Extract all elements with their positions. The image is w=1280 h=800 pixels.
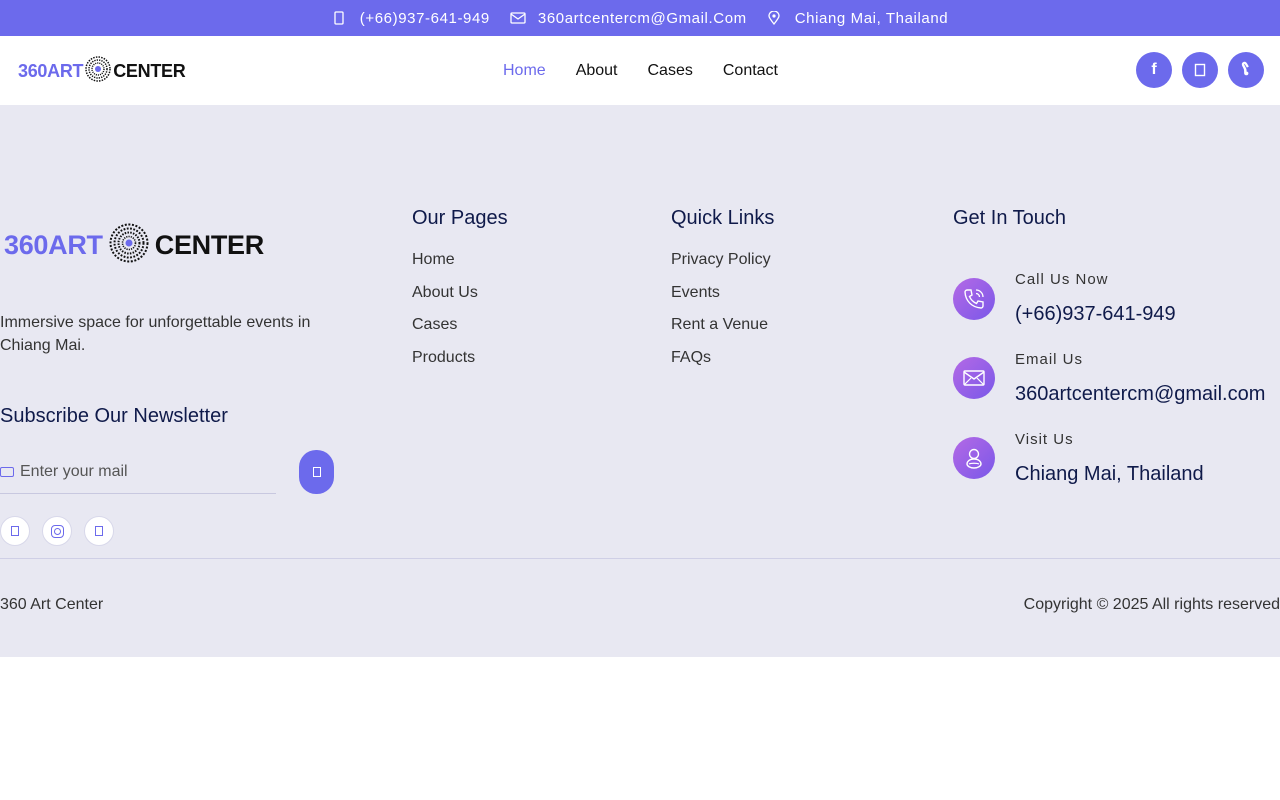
quick-links-heading: Quick Links — [671, 207, 775, 229]
newsletter-title: Subscribe Our Newsletter — [0, 405, 228, 427]
main-nav: Home About Cases Contact — [488, 36, 793, 105]
footer-link-cases[interactable]: Cases — [412, 315, 508, 335]
topbar-email[interactable]: 360artcentercm@Gmail.Com — [510, 10, 747, 27]
newsletter-email-input[interactable] — [20, 462, 260, 481]
contact-visit-value: Chiang Mai, Thailand — [1015, 463, 1204, 485]
our-pages-links: Home About Us Cases Products — [412, 250, 508, 368]
contact-visit-label: Visit Us — [1015, 431, 1074, 448]
footer-get-in-touch: Get In Touch Call Us Now (+66)937-641-94… — [953, 207, 1280, 489]
footer-link-home[interactable]: Home — [412, 250, 508, 270]
footer-our-pages: Our Pages Home About Us Cases Products — [412, 207, 508, 380]
logo-text-center: CENTER — [154, 229, 265, 260]
line-glyph: ໂ — [1242, 61, 1250, 78]
topbar-location-text: Chiang Mai, Thailand — [794, 9, 949, 27]
instagram-icon[interactable] — [42, 516, 72, 546]
phone-icon — [332, 11, 346, 25]
logo-mandala-icon — [85, 55, 111, 87]
footer-link-events[interactable]: Events — [671, 283, 774, 303]
footer-logo[interactable]: 360ART CENTER — [4, 223, 340, 268]
footer-copyright: Copyright © 2025 All rights reserved — [1023, 596, 1280, 613]
site-footer: 360ART CENTER Immersive space for unforg… — [0, 105, 1280, 657]
logo-text-360art: 360ART — [18, 60, 84, 81]
line-icon[interactable]: ໂ — [1228, 52, 1264, 88]
newsletter-form — [0, 450, 340, 496]
contact-call-value: (+66)937-641-949 — [1015, 303, 1176, 325]
footer-site-name: 360 Art Center — [0, 596, 104, 613]
logo-text-center: CENTER — [113, 60, 186, 81]
footer-link-faqs[interactable]: FAQs — [671, 348, 774, 368]
our-pages-heading: Our Pages — [412, 207, 508, 229]
footer-quick-links: Quick Links Privacy Policy Events Rent a… — [671, 207, 774, 380]
newsletter-input-wrap — [0, 450, 276, 494]
envelope-icon — [953, 357, 995, 399]
header-logo[interactable]: 360ART CENTER — [18, 55, 186, 87]
footer-social-links — [0, 516, 340, 546]
instagram-icon[interactable] — [1182, 52, 1218, 88]
logo-mandala-icon — [109, 223, 149, 268]
phone-icon — [953, 278, 995, 320]
mail-icon — [0, 466, 14, 477]
contact-visit[interactable]: Visit Us Chiang Mai, Thailand — [953, 409, 1280, 489]
header-social-links: f ໂ — [1126, 52, 1264, 88]
footer-link-privacy-policy[interactable]: Privacy Policy — [671, 250, 774, 270]
quick-links-list: Privacy Policy Events Rent a Venue FAQs — [671, 250, 774, 368]
facebook-icon[interactable] — [0, 516, 30, 546]
brand-description: Immersive space for unforgettable events… — [0, 314, 311, 354]
nav-about[interactable]: About — [576, 62, 618, 80]
top-contact-bar: (+66)937-641-949 360artcentercm@Gmail.Co… — [0, 0, 1280, 36]
topbar-phone[interactable]: (+66)937-641-949 — [332, 10, 490, 27]
nav-home[interactable]: Home — [503, 62, 546, 80]
contact-email-label: Email Us — [1015, 351, 1084, 368]
newsletter-submit-button[interactable] — [299, 450, 334, 494]
nav-cases[interactable]: Cases — [648, 62, 693, 80]
location-icon — [953, 437, 995, 479]
location-icon — [767, 10, 781, 26]
footer-divider — [0, 558, 1280, 559]
facebook-icon[interactable]: f — [1136, 52, 1172, 88]
footer-link-products[interactable]: Products — [412, 348, 508, 368]
contact-email[interactable]: Email Us 360artcentercm@gmail.com — [953, 329, 1280, 409]
logo-text-360art: 360ART — [4, 229, 103, 260]
footer-brand-column: 360ART CENTER Immersive space for unforg… — [0, 223, 340, 546]
facebook-glyph: f — [1151, 61, 1157, 78]
line-icon[interactable] — [84, 516, 114, 546]
send-icon — [312, 467, 321, 477]
contact-email-value: 360artcentercm@gmail.com — [1015, 383, 1266, 405]
contact-call-label: Call Us Now — [1015, 271, 1109, 288]
get-in-touch-heading: Get In Touch — [953, 207, 1067, 229]
topbar-email-text: 360artcentercm@Gmail.Com — [537, 9, 747, 27]
site-header: 360ART CENTER Home About Cases Contact f… — [0, 36, 1280, 105]
footer-link-rent-a-venue[interactable]: Rent a Venue — [671, 315, 774, 335]
topbar-phone-text: (+66)937-641-949 — [359, 9, 490, 27]
nav-contact[interactable]: Contact — [723, 62, 778, 80]
mail-icon — [510, 11, 526, 25]
footer-link-about-us[interactable]: About Us — [412, 283, 508, 303]
contact-call[interactable]: Call Us Now (+66)937-641-949 — [953, 249, 1280, 329]
topbar-location[interactable]: Chiang Mai, Thailand — [767, 10, 948, 27]
